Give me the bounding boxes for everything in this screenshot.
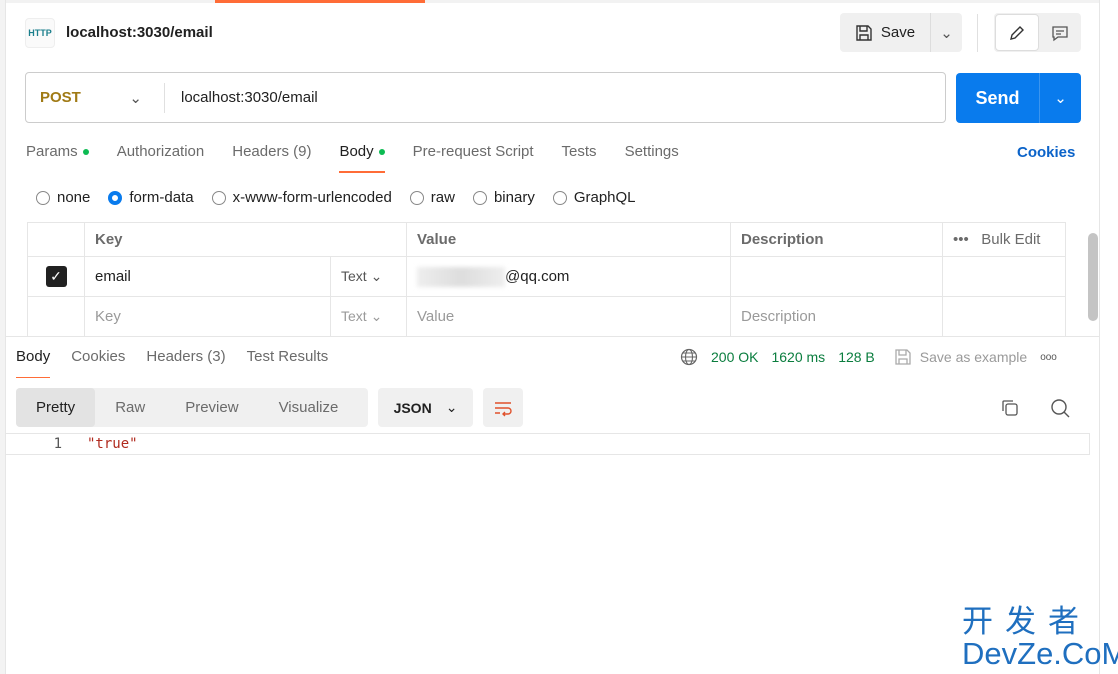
tab-tests[interactable]: Tests bbox=[562, 143, 597, 173]
radio-graphql[interactable]: GraphQL bbox=[552, 189, 636, 206]
column-value: Value bbox=[406, 222, 731, 257]
line-number: 1 bbox=[53, 436, 62, 452]
send-button-group: Send ⌄ bbox=[956, 73, 1081, 123]
key-cell[interactable]: email bbox=[84, 256, 331, 297]
description-cell[interactable] bbox=[730, 256, 943, 297]
more-options-icon[interactable]: ooo bbox=[1040, 352, 1057, 363]
tab-strip bbox=[6, 0, 1100, 3]
radio-raw[interactable]: raw bbox=[409, 189, 455, 206]
scrollbar[interactable] bbox=[1088, 233, 1098, 321]
bulk-edit-link[interactable]: Bulk Edit bbox=[981, 231, 1040, 248]
save-icon bbox=[856, 24, 872, 41]
active-tab-indicator bbox=[215, 0, 425, 3]
column-key: Key bbox=[84, 222, 407, 257]
save-icon bbox=[895, 349, 911, 365]
key-input[interactable]: Key bbox=[84, 296, 331, 337]
response-code-line: 1 "true" bbox=[6, 433, 1090, 455]
save-as-example-button[interactable]: Save as example bbox=[894, 348, 1027, 366]
response-tab-body[interactable]: Body bbox=[16, 348, 51, 378]
column-description: Description bbox=[730, 222, 943, 257]
comment-icon[interactable] bbox=[1040, 13, 1082, 52]
copy-icon[interactable] bbox=[1000, 398, 1020, 422]
response-status-bar: 200 OK 1620 ms 128 B Save as example ooo bbox=[680, 348, 1057, 366]
http-icon: HTTP bbox=[25, 18, 55, 48]
save-button-group: Save ⌄ bbox=[840, 13, 962, 52]
watermark-logo: 开发者 DevZe.CoM bbox=[962, 604, 1118, 671]
tab-headers[interactable]: Headers (9) bbox=[232, 143, 311, 173]
more-options-icon[interactable]: ••• bbox=[953, 231, 969, 248]
request-tabs: Params Authorization Headers (9) Body Pr… bbox=[26, 143, 707, 173]
save-label: Save bbox=[880, 24, 916, 41]
body-dot-indicator bbox=[378, 149, 385, 156]
globe-icon[interactable] bbox=[680, 348, 698, 366]
type-select[interactable]: Text ⌄ bbox=[330, 296, 407, 337]
radio-form-data[interactable]: form-data bbox=[108, 189, 194, 206]
value-input[interactable]: Value bbox=[406, 296, 731, 337]
chevron-down-icon: ⌄ bbox=[445, 399, 458, 415]
pane-divider[interactable] bbox=[6, 336, 1099, 337]
response-tab-headers[interactable]: Headers (3) bbox=[146, 348, 225, 378]
edit-pencil-icon[interactable] bbox=[995, 14, 1039, 51]
request-title[interactable]: localhost:3030/email bbox=[66, 24, 213, 41]
params-table: Key Value Description ••• Bulk Edit ✓ em… bbox=[27, 222, 1066, 337]
response-tabs: Body Cookies Headers (3) Test Results bbox=[16, 348, 349, 378]
status-code[interactable]: 200 OK bbox=[711, 349, 758, 365]
tab-settings[interactable]: Settings bbox=[625, 143, 679, 173]
save-dropdown-chevron-icon[interactable]: ⌄ bbox=[931, 24, 962, 42]
value-cell[interactable]: @qq.com bbox=[406, 256, 731, 297]
description-input[interactable]: Description bbox=[730, 296, 943, 337]
divider bbox=[977, 14, 978, 52]
params-dot-indicator bbox=[82, 149, 89, 156]
tab-params[interactable]: Params bbox=[26, 143, 89, 173]
table-row-empty: Key Text ⌄ Value Description bbox=[27, 296, 1066, 337]
table-row: ✓ email Text ⌄ @qq.com bbox=[27, 256, 1066, 297]
view-visualize[interactable]: Visualize bbox=[259, 388, 359, 427]
row-checkbox[interactable]: ✓ bbox=[45, 266, 67, 287]
left-panel-edge bbox=[0, 0, 6, 674]
response-body-text[interactable]: "true" bbox=[87, 436, 138, 452]
tab-authorization[interactable]: Authorization bbox=[117, 143, 205, 173]
view-raw[interactable]: Raw bbox=[95, 388, 165, 427]
tab-pre-request-script[interactable]: Pre-request Script bbox=[413, 143, 534, 173]
response-size[interactable]: 128 B bbox=[838, 349, 875, 365]
send-options-chevron-icon[interactable]: ⌄ bbox=[1040, 73, 1081, 123]
method-label: POST bbox=[40, 89, 81, 106]
tab-body[interactable]: Body bbox=[339, 143, 385, 173]
response-time[interactable]: 1620 ms bbox=[771, 349, 825, 365]
response-tab-test-results[interactable]: Test Results bbox=[247, 348, 329, 378]
view-mode-group bbox=[994, 13, 1081, 52]
save-button[interactable]: Save bbox=[840, 13, 931, 52]
right-panel-edge bbox=[1099, 0, 1100, 674]
response-view-segmented: Pretty Raw Preview Visualize bbox=[16, 388, 368, 427]
url-input[interactable]: localhost:3030/email bbox=[165, 89, 318, 106]
chevron-down-icon: ⌄ bbox=[129, 89, 142, 107]
method-select[interactable]: POST ⌄ bbox=[26, 82, 165, 113]
format-select[interactable]: JSON ⌄ bbox=[378, 388, 473, 427]
send-button[interactable]: Send bbox=[956, 73, 1040, 123]
redacted-value bbox=[417, 266, 505, 287]
response-tab-cookies[interactable]: Cookies bbox=[71, 348, 125, 378]
url-bar: POST ⌄ localhost:3030/email bbox=[25, 72, 946, 123]
body-mode-radios: none form-data x-www-form-urlencoded raw… bbox=[36, 189, 654, 206]
cookies-link[interactable]: Cookies bbox=[1017, 144, 1075, 161]
view-preview[interactable]: Preview bbox=[165, 388, 258, 427]
type-select[interactable]: Text ⌄ bbox=[330, 256, 407, 297]
wrap-lines-icon[interactable] bbox=[483, 388, 523, 427]
radio-binary[interactable]: binary bbox=[472, 189, 535, 206]
view-pretty[interactable]: Pretty bbox=[16, 388, 96, 427]
search-icon[interactable] bbox=[1050, 398, 1071, 423]
radio-x-www-form-urlencoded[interactable]: x-www-form-urlencoded bbox=[211, 189, 392, 206]
radio-none[interactable]: none bbox=[36, 189, 90, 206]
